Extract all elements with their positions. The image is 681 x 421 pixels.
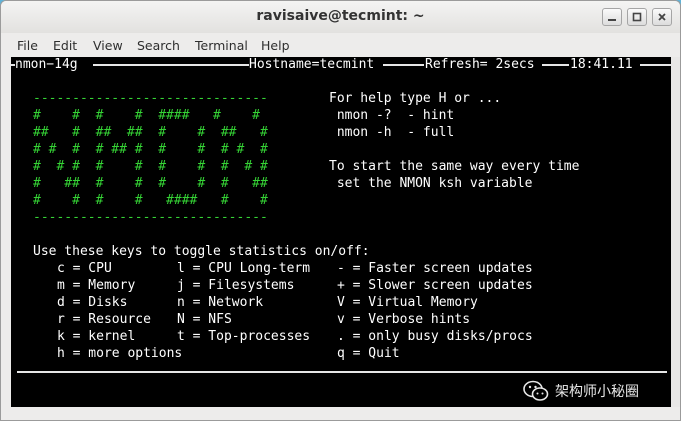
menu-view[interactable]: View [93, 38, 123, 53]
title-bar[interactable]: ravisaive@tecmint: ~ [1, 1, 680, 33]
help-line: To start the same way every time [329, 159, 580, 174]
logo-dashes-bottom: ------------------------------ [33, 210, 268, 225]
nmon-time: 18:41.11 [570, 57, 633, 72]
key-entry: r = Resource [57, 312, 151, 327]
header-rule [93, 64, 249, 66]
nmon-hostname: Hostname=tecmint [249, 57, 375, 72]
key-entry: m = Memory [57, 278, 136, 293]
key-entry: t = Top-processes [177, 329, 311, 344]
help-line: set the NMON ksh variable [329, 176, 533, 191]
menu-search[interactable]: Search [137, 38, 180, 53]
key-entry: k = kernel [57, 329, 136, 344]
logo-row: # # # # ## # # # # # # [33, 142, 268, 157]
help-line: nmon -h - full [329, 125, 455, 140]
header-rule [542, 64, 569, 66]
terminal-window: ravisaive@tecmint: ~ File Edit View Sear… [0, 0, 681, 421]
maximize-button[interactable] [627, 8, 647, 26]
close-button[interactable] [652, 8, 672, 26]
logo-row: # # # # #### # # [33, 108, 260, 123]
wechat-icon [523, 380, 549, 401]
key-entry: v = Verbose hints [337, 312, 471, 327]
logo-dashes-top: ------------------------------ [33, 91, 268, 106]
minimize-button[interactable] [602, 8, 622, 26]
watermark-text: 架构师小秘圈 [555, 384, 639, 400]
key-entry: - = Faster screen updates [337, 261, 533, 276]
menu-bar: File Edit View Search Terminal Help [1, 34, 680, 56]
terminal-scrollbar[interactable] [671, 57, 680, 407]
watermark: 架构师小秘圈 [523, 378, 639, 404]
window-title: ravisaive@tecmint: ~ [256, 8, 425, 24]
nmon-version: nmon−14g [15, 57, 78, 72]
keys-intro: Use these keys to toggle statistics on/o… [33, 244, 370, 259]
key-entry: V = Virtual Memory [337, 295, 478, 310]
key-entry: n = Network [177, 295, 264, 310]
minimize-icon [608, 19, 616, 21]
key-entry: d = Disks [57, 295, 128, 310]
key-entry: N = NFS [177, 312, 232, 327]
close-icon [658, 13, 666, 21]
header-rule [383, 64, 424, 66]
key-entry: l = CPU Long-term [177, 261, 311, 276]
key-entry: j = Filesystems [177, 278, 295, 293]
footer-rule [17, 371, 667, 373]
header-rule-right [640, 64, 671, 66]
help-line: For help type H or ... [329, 91, 502, 106]
maximize-icon [632, 12, 642, 22]
menu-file[interactable]: File [17, 38, 38, 53]
nmon-refresh: Refresh= 2secs [425, 57, 535, 72]
logo-row: ## # ## ## # # ## # [33, 125, 268, 140]
logo-row: # ## # # # # # ## [33, 176, 268, 191]
logo-row: # # # # # # # # # # [33, 159, 268, 174]
menu-terminal[interactable]: Terminal [195, 38, 248, 53]
key-entry: c = CPU [57, 261, 112, 276]
key-entry: + = Slower screen updates [337, 278, 533, 293]
key-entry: h = more options [57, 346, 183, 361]
terminal-area[interactable]: nmon−14g Hostname=tecmint Refresh= 2secs… [11, 57, 671, 407]
help-line: nmon -? - hint [329, 108, 455, 123]
menu-edit[interactable]: Edit [53, 38, 77, 53]
key-entry: q = Quit [337, 346, 400, 361]
menu-help[interactable]: Help [261, 38, 290, 53]
logo-row: # # # # #### # # [33, 193, 268, 208]
key-entry: . = only busy disks/procs [337, 329, 533, 344]
